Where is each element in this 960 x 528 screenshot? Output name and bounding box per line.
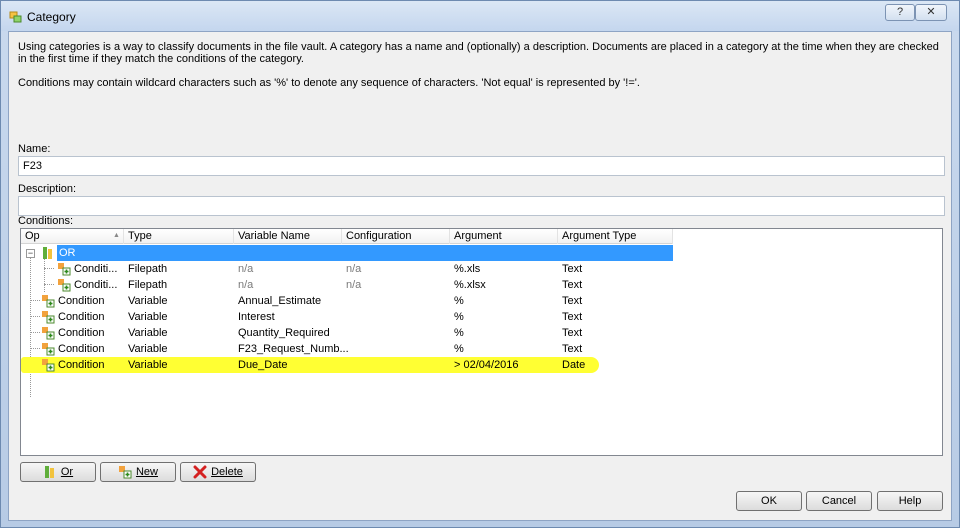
cancel-button[interactable]: Cancel bbox=[806, 491, 872, 511]
or-row-label: OR bbox=[57, 245, 673, 261]
title-close-button[interactable]: ✕ bbox=[915, 4, 947, 21]
collapse-icon[interactable]: − bbox=[26, 249, 35, 258]
or-button[interactable]: Or bbox=[20, 462, 96, 482]
table-row[interactable]: Conditi... Filepath n/a n/a %.xls Text bbox=[21, 261, 673, 277]
help-button[interactable]: Help bbox=[877, 491, 943, 511]
table-row[interactable]: Conditi... Filepath n/a n/a %.xlsx Text bbox=[21, 277, 673, 293]
table-row[interactable]: Condition Variable Quantity_Required % T… bbox=[21, 325, 673, 341]
condition-icon bbox=[42, 327, 55, 340]
col-argument-type[interactable]: Argument Type bbox=[558, 229, 673, 244]
title-help-button[interactable]: ? bbox=[885, 4, 915, 21]
table-row[interactable]: − OR bbox=[21, 245, 673, 261]
conditions-label: Conditions: bbox=[18, 215, 74, 227]
table-row-highlighted[interactable]: Condition Variable Due_Date > 02/04/2016… bbox=[21, 357, 599, 373]
name-label: Name: bbox=[18, 143, 51, 155]
wildcard-note: Conditions may contain wildcard characte… bbox=[18, 77, 640, 89]
delete-x-icon bbox=[193, 465, 207, 479]
condition-icon bbox=[58, 263, 71, 276]
table-row[interactable]: Condition Variable Interest % Text bbox=[21, 309, 673, 325]
sort-ascending-icon: ▲ bbox=[113, 232, 120, 239]
grid-header: Op ▲ Type Variable Name Configuration Ar… bbox=[21, 229, 673, 244]
title-bar: Category ? ✕ bbox=[1, 1, 959, 31]
col-op[interactable]: Op ▲ bbox=[21, 229, 124, 244]
or-operator-icon bbox=[44, 466, 54, 479]
condition-icon bbox=[42, 359, 55, 372]
condition-icon bbox=[42, 311, 55, 324]
intro-paragraph: Using categories is a way to classify do… bbox=[18, 41, 939, 65]
col-configuration[interactable]: Configuration bbox=[342, 229, 450, 244]
col-argument[interactable]: Argument bbox=[450, 229, 558, 244]
description-field[interactable] bbox=[18, 196, 945, 216]
conditions-grid[interactable]: Op ▲ Type Variable Name Configuration Ar… bbox=[20, 228, 943, 456]
dialog-body: Using categories is a way to classify do… bbox=[8, 31, 952, 521]
condition-icon bbox=[58, 279, 71, 292]
category-icon bbox=[9, 11, 22, 23]
new-button[interactable]: New bbox=[100, 462, 176, 482]
col-variable-name[interactable]: Variable Name bbox=[234, 229, 342, 244]
description-label: Description: bbox=[18, 183, 77, 195]
condition-icon bbox=[42, 343, 55, 356]
or-operator-icon bbox=[43, 247, 52, 259]
col-type[interactable]: Type bbox=[124, 229, 234, 244]
condition-icon bbox=[42, 295, 55, 308]
ok-button[interactable]: OK bbox=[736, 491, 802, 511]
category-dialog: Category ? ✕ Using categories is a way t… bbox=[0, 0, 960, 528]
window-title: Category bbox=[27, 10, 76, 24]
table-row[interactable]: Condition Variable Annual_Estimate % Tex… bbox=[21, 293, 673, 309]
name-field[interactable]: F23 bbox=[18, 156, 945, 176]
new-condition-icon bbox=[118, 466, 132, 479]
table-row[interactable]: Condition Variable F23_Request_Numb... %… bbox=[21, 341, 673, 357]
delete-button[interactable]: Delete bbox=[180, 462, 256, 482]
